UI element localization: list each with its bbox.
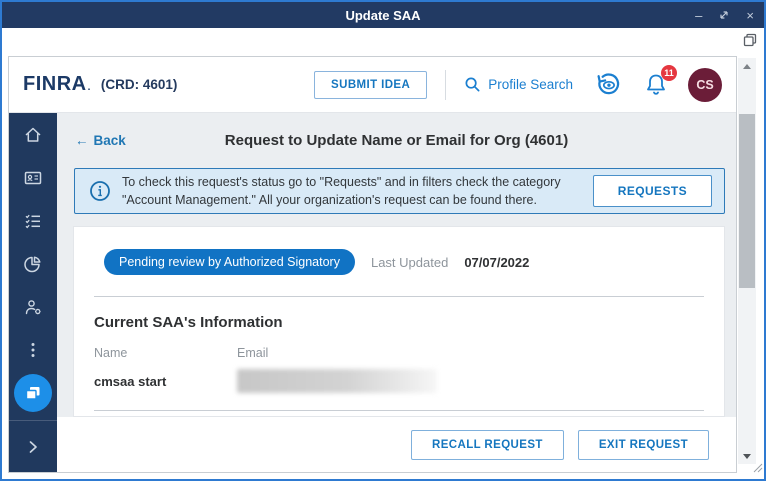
name-column-label: Name <box>94 346 237 360</box>
last-updated-label: Last Updated <box>371 255 448 270</box>
id-card-icon <box>23 168 43 188</box>
pie-chart-icon <box>23 254 43 274</box>
last-updated-value: 07/07/2022 <box>464 255 529 270</box>
notification-badge: 11 <box>661 65 677 81</box>
finra-logo: FINRA. <box>23 73 91 96</box>
sidebar-item-more[interactable] <box>9 328 57 371</box>
notifications-button[interactable]: 11 <box>644 72 668 98</box>
info-icon <box>89 180 111 202</box>
window-title: Update SAA <box>345 8 420 23</box>
crd-number: (CRD: 4601) <box>101 77 178 92</box>
resize-grip-icon <box>752 462 763 473</box>
history-eye-icon <box>595 71 622 98</box>
app-header: FINRA. (CRD: 4601) SUBMIT IDEA Profile S… <box>9 57 736 113</box>
main-content: ← Back Request to Update Name or Email f… <box>57 113 736 472</box>
requests-button[interactable]: REQUESTS <box>593 175 712 207</box>
saa-email-redacted <box>237 369 437 393</box>
section-heading: Current SAA's Information <box>94 314 704 331</box>
recall-request-button[interactable]: RECALL REQUEST <box>411 430 564 460</box>
scrollbar-thumb[interactable] <box>739 114 755 288</box>
sidebar-item-home[interactable] <box>9 113 57 156</box>
home-icon <box>23 125 43 145</box>
stacked-windows-icon <box>23 383 43 403</box>
window-resize-grip[interactable] <box>752 460 763 478</box>
footer-actions: RECALL REQUEST EXIT REQUEST <box>57 417 736 472</box>
banner-text: To check this request's status go to "Re… <box>122 173 593 209</box>
search-icon <box>464 76 481 93</box>
email-column-label: Email <box>237 346 704 360</box>
scroll-down-icon <box>743 454 751 459</box>
restore-resize-button[interactable] <box>718 9 730 21</box>
app-frame: FINRA. (CRD: 4601) SUBMIT IDEA Profile S… <box>8 56 737 473</box>
copy-icon <box>742 32 758 48</box>
minimize-button[interactable]: – <box>695 9 702 22</box>
sidebar-item-user-admin[interactable] <box>9 285 57 328</box>
request-card: Pending review by Authorized Signatory L… <box>73 226 725 417</box>
review-history-button[interactable] <box>595 71 622 98</box>
active-item-circle <box>14 374 52 412</box>
back-arrow-icon: ← <box>75 133 89 148</box>
page-title: Request to Update Name or Email for Org … <box>57 132 736 149</box>
sidebar-expand-button[interactable] <box>9 420 57 472</box>
sidebar-item-profile[interactable] <box>9 156 57 199</box>
back-label: Back <box>94 133 126 148</box>
status-badge: Pending review by Authorized Signatory <box>104 249 355 275</box>
chevron-right-icon <box>24 438 42 456</box>
finra-logo-text: FINRA <box>23 73 87 96</box>
header-divider <box>445 70 446 100</box>
card-divider <box>94 296 704 297</box>
sidebar <box>9 113 57 472</box>
info-banner: To check this request's status go to "Re… <box>74 168 725 214</box>
profile-search-label: Profile Search <box>488 77 573 92</box>
checklist-icon <box>23 211 43 231</box>
duplicate-window-button[interactable] <box>742 32 758 53</box>
scroll-up-button[interactable] <box>738 58 756 74</box>
scroll-up-icon <box>743 64 751 69</box>
sidebar-item-reports[interactable] <box>9 242 57 285</box>
diagonal-resize-icon <box>718 9 730 21</box>
profile-search-link[interactable]: Profile Search <box>464 76 573 93</box>
back-link[interactable]: ← Back <box>75 133 126 148</box>
exit-request-button[interactable]: EXIT REQUEST <box>578 430 709 460</box>
vertical-dots-icon <box>23 340 43 360</box>
saa-name-value: cmsaa start <box>94 374 237 389</box>
user-gear-icon <box>23 297 43 317</box>
sidebar-item-tasks[interactable] <box>9 199 57 242</box>
close-button[interactable]: × <box>746 9 754 22</box>
finra-logo-mark: . <box>88 82 91 93</box>
update-saa-window: Update SAA – × FINRA. (CRD: 4601) SU <box>0 0 766 481</box>
submit-idea-button[interactable]: SUBMIT IDEA <box>314 71 427 99</box>
avatar[interactable]: CS <box>688 68 722 102</box>
sidebar-item-windows-active[interactable] <box>9 371 57 414</box>
card-bottom-divider <box>94 410 704 411</box>
vertical-scrollbar[interactable] <box>738 58 756 464</box>
window-titlebar: Update SAA – × <box>2 2 764 28</box>
